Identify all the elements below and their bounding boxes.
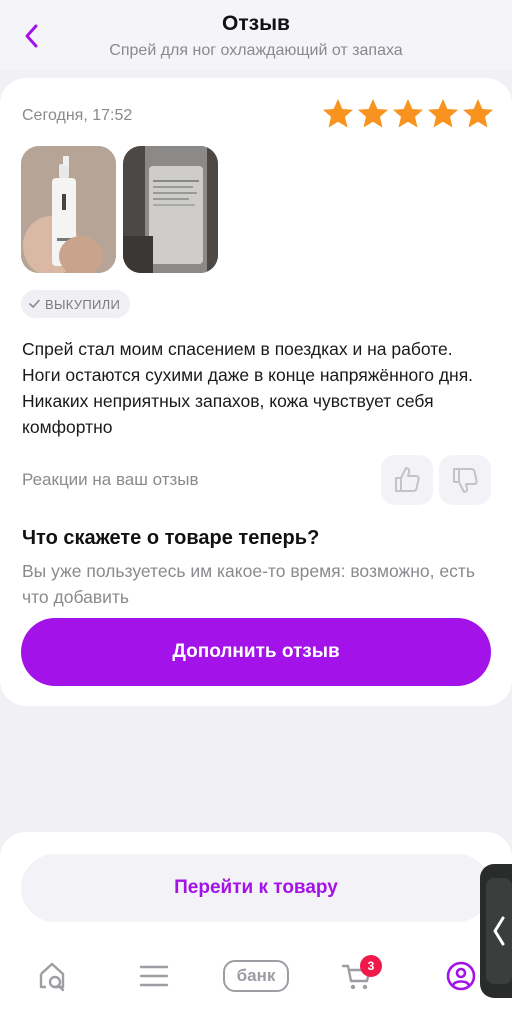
purchased-badge: ВЫКУПИЛИ (21, 290, 131, 318)
spray-bottle-image (21, 146, 116, 273)
star-icon (428, 99, 458, 128)
add-to-review-button[interactable]: Дополнить отзыв (21, 618, 491, 686)
nav-catalog[interactable] (133, 956, 175, 996)
chevron-left-icon (493, 916, 505, 946)
review-photo[interactable] (21, 146, 116, 273)
bottle-label-image (123, 146, 218, 273)
thumbs-down-icon (453, 468, 478, 493)
review-photo[interactable] (123, 146, 218, 273)
home-search-icon (39, 962, 65, 992)
like-button[interactable] (381, 455, 433, 505)
cart-count-badge: 3 (360, 955, 382, 977)
bank-label: банк (223, 960, 289, 992)
dislike-button[interactable] (439, 455, 491, 505)
badge-label: ВЫКУПИЛИ (45, 296, 121, 312)
menu-icon (139, 965, 169, 987)
rating-stars (321, 97, 495, 131)
star-icon (393, 99, 423, 128)
star-icon (323, 99, 353, 128)
reactions-label: Реакции на ваш отзыв (22, 470, 199, 489)
go-to-product-button[interactable]: Перейти к товару (21, 854, 491, 922)
star-icon (358, 99, 388, 128)
page-subtitle: Спрей для ног охлаждающий от запаха (109, 42, 403, 59)
review-date: Сегодня, 17:52 (22, 107, 133, 124)
star-icon (463, 99, 493, 128)
followup-question: Что скажете о товаре теперь? (22, 527, 320, 549)
nav-profile[interactable] (440, 956, 482, 996)
check-icon (29, 299, 40, 308)
nav-home[interactable] (32, 956, 74, 996)
side-handle[interactable] (480, 864, 512, 998)
page-title: Отзыв (222, 12, 290, 35)
header: Отзыв Спрей для ног охлаждающий от запах… (0, 0, 512, 70)
followup-hint: Вы уже пользуетесь им какое-то время: во… (22, 561, 475, 607)
side-handle-inner (486, 878, 512, 984)
review-text: Спрей стал моим спасением в поездках и н… (22, 339, 474, 437)
nav-bank[interactable]: банк (222, 956, 290, 996)
profile-icon (446, 961, 476, 991)
thumbs-up-icon (395, 467, 420, 492)
